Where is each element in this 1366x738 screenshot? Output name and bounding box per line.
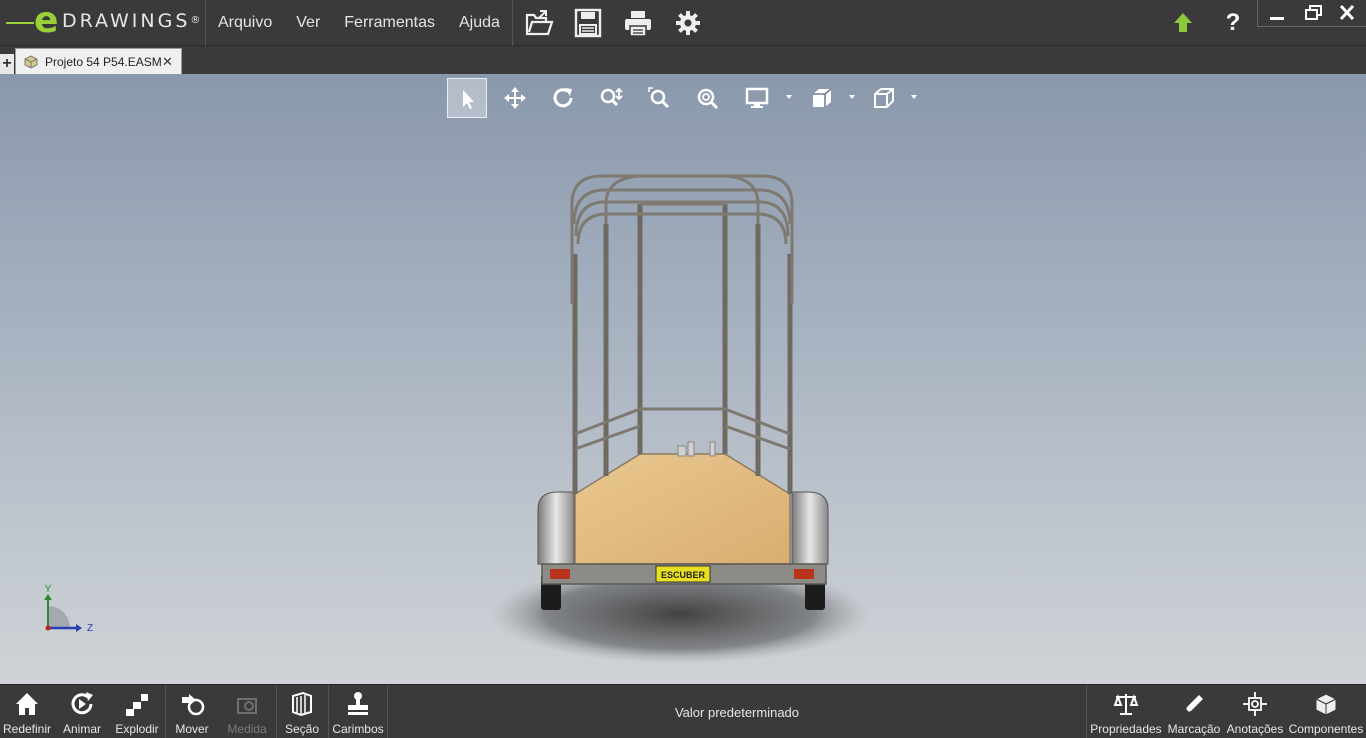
trailer-model[interactable]: ESCUBER (490, 164, 870, 674)
monitor-icon (745, 87, 769, 108)
minimize-icon[interactable] (1262, 2, 1292, 24)
coordinate-triad: Y Z (44, 584, 93, 634)
tab-close-icon[interactable]: ✕ (162, 49, 173, 75)
toolbar-divider (1086, 685, 1087, 738)
toolbar-divider (276, 685, 277, 738)
menu-ver[interactable]: Ver (284, 0, 332, 46)
assembly-icon (23, 54, 39, 70)
window-controls (1257, 0, 1366, 27)
restore-icon[interactable] (1298, 2, 1328, 24)
carimbos-label: Carimbos (332, 722, 384, 736)
tab-document-label: Projeto 54 P54.EASM (45, 55, 162, 69)
anotacoes-button[interactable]: Anotações (1225, 685, 1285, 738)
animate-icon (71, 692, 93, 715)
title-menu-bar: e DRAWINGS® Arquivo Ver Ferramentas Ajud… (0, 0, 1366, 46)
document-tab-strip: + Projeto 54 P54.EASM ✕ (0, 46, 1366, 74)
cube-views-icon (813, 88, 832, 107)
triad-y-label: Y (45, 584, 52, 595)
standard-views-tool[interactable] (864, 78, 917, 118)
select-tool[interactable] (447, 78, 487, 118)
view-orientation-tool[interactable] (801, 78, 855, 118)
tab-document[interactable]: Projeto 54 P54.EASM ✕ (15, 48, 182, 74)
pan-tool[interactable] (495, 78, 535, 118)
toolbar-divider (165, 685, 166, 738)
explodir-button[interactable]: Explodir (110, 685, 164, 738)
status-text: Valor predeterminado (674, 705, 800, 720)
zoom-area-tool[interactable] (639, 78, 679, 118)
menu-divider (512, 0, 513, 46)
menu-ajuda[interactable]: Ajuda (447, 0, 512, 46)
propriedades-label: Propriedades (1090, 722, 1162, 736)
anotacoes-label: Anotações (1226, 722, 1284, 736)
cube-icon (874, 88, 894, 108)
toolbar-divider (328, 685, 329, 738)
zoom-icon (600, 87, 623, 107)
medida-button[interactable]: Medida (222, 685, 272, 738)
explode-icon (126, 694, 148, 716)
bottom-toolbar: Redefinir Animar Explodir Mover Medida S… (0, 684, 1366, 738)
main-menu: Arquivo Ver Ferramentas Ajuda (206, 0, 512, 46)
chevron-down-icon (849, 95, 855, 99)
redefinir-button[interactable]: Redefinir (0, 685, 54, 738)
pencil-icon (1185, 695, 1203, 713)
right-fender (791, 491, 829, 565)
zoom-fit-tool[interactable] (687, 78, 727, 118)
explodir-label: Explodir (115, 722, 159, 736)
secao-label: Seção (284, 722, 320, 736)
propriedades-button[interactable]: Propriedades (1088, 685, 1164, 738)
mover-button[interactable]: Mover (168, 685, 216, 738)
rotate-icon (553, 88, 573, 108)
pointer-icon (463, 90, 474, 109)
home-icon (16, 693, 38, 715)
zoom-area-icon (648, 87, 670, 109)
print-icon[interactable] (623, 8, 653, 38)
componentes-label: Componentes (1288, 722, 1364, 736)
edrawings-logo: e DRAWINGS® (0, 0, 206, 46)
left-tail-light (550, 569, 570, 579)
stamp-icon (348, 692, 368, 715)
componentes-button[interactable]: Componentes (1286, 685, 1366, 738)
logo-arrow (6, 22, 34, 24)
marcacao-button[interactable]: Marcação (1165, 685, 1223, 738)
logo-registered-mark: ® (190, 15, 204, 26)
annotation-icon (1243, 692, 1267, 716)
rotate-tool[interactable] (543, 78, 583, 118)
logo-e: e (34, 0, 59, 41)
gear-icon[interactable] (673, 8, 703, 38)
components-icon (1314, 693, 1338, 716)
chevron-down-icon (786, 95, 792, 99)
save-icon[interactable] (573, 8, 603, 38)
zoom-fit-icon (697, 88, 719, 110)
scale-icon (1113, 694, 1139, 715)
secao-button[interactable]: Seção (279, 685, 325, 738)
logo-text: DRAWINGS® (62, 10, 203, 32)
3d-viewport[interactable]: ESCUBER Y Z (0, 74, 1366, 684)
move-arrows-icon (504, 87, 526, 109)
animar-label: Animar (62, 722, 101, 736)
chevron-down-icon (911, 95, 917, 99)
move-component-icon (182, 694, 205, 716)
new-tab-button[interactable]: + (0, 54, 14, 74)
open-file-icon[interactable] (524, 8, 554, 38)
mover-label: Mover (175, 722, 209, 736)
carimbos-button[interactable]: Carimbos (330, 685, 386, 738)
menu-arquivo[interactable]: Arquivo (206, 0, 284, 46)
help-icon[interactable]: ? (1218, 8, 1248, 38)
marcacao-label: Marcação (1167, 722, 1221, 736)
medida-label: Medida (227, 722, 267, 736)
display-style-tool[interactable] (737, 78, 792, 118)
menu-ferramentas[interactable]: Ferramentas (332, 0, 447, 46)
close-icon[interactable] (1332, 2, 1362, 24)
measure-icon (237, 698, 257, 714)
section-icon (292, 691, 312, 717)
logo-wordmark: DRAWINGS (62, 10, 191, 32)
animar-button[interactable]: Animar (56, 685, 108, 738)
redefinir-label: Redefinir (2, 722, 52, 736)
zoom-tool[interactable] (591, 78, 631, 118)
right-tail-light (794, 569, 814, 579)
plate-text: ESCUBER (661, 570, 706, 580)
update-arrow-icon[interactable] (1168, 8, 1198, 38)
left-fender (537, 491, 575, 565)
triad-z-label: Z (87, 623, 93, 634)
